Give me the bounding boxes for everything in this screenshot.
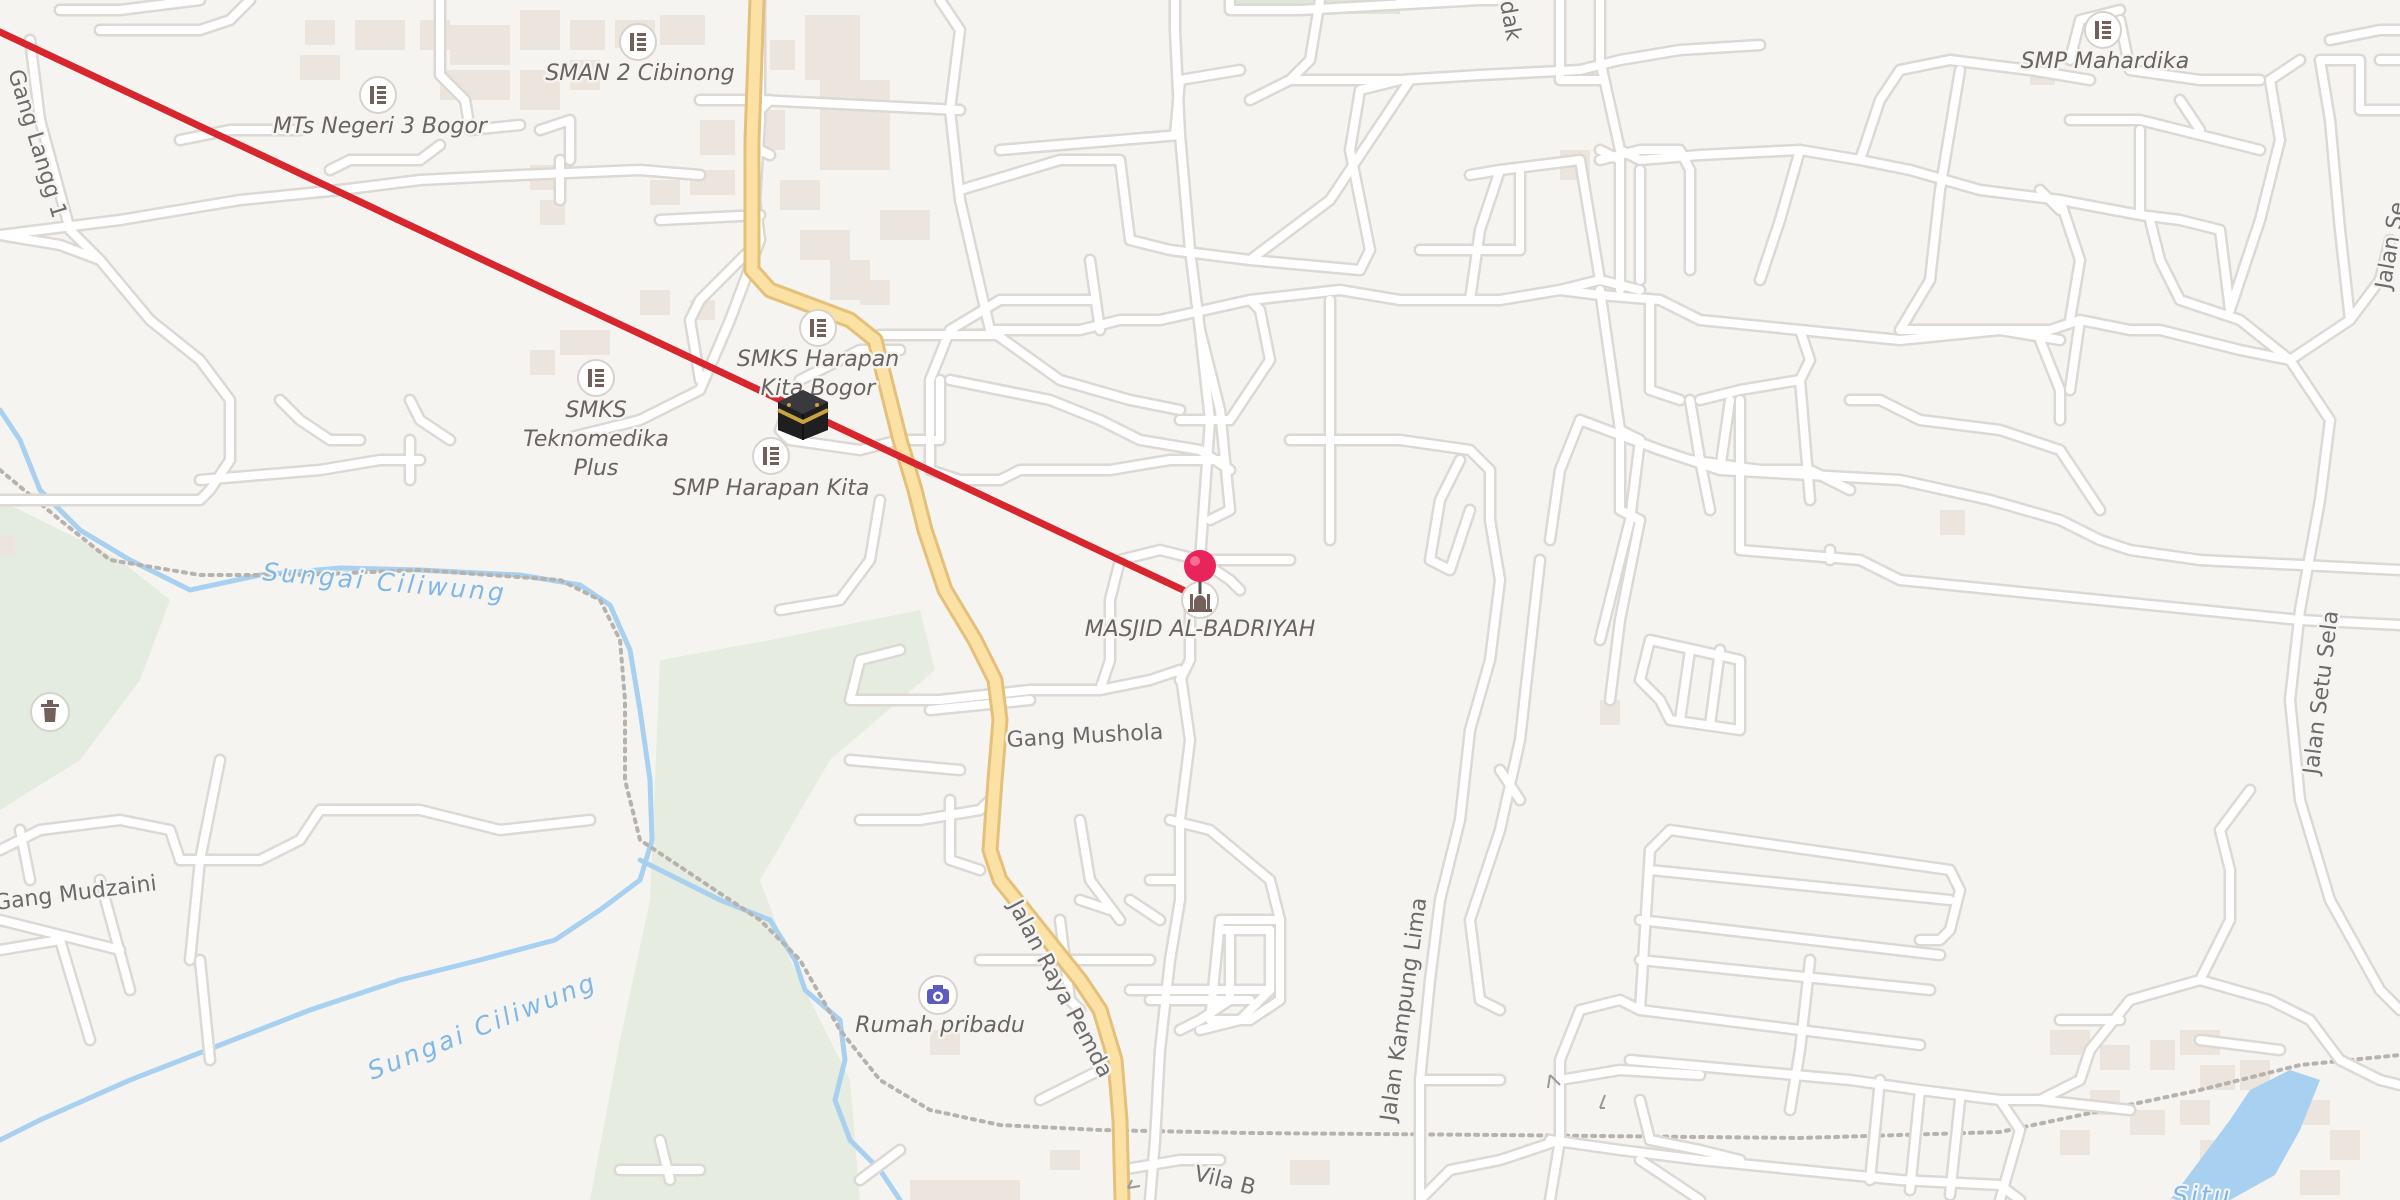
poi-label-rumah: Rumah pribadu <box>855 1013 1025 1038</box>
street-label-jalan-se: Jalan Se <box>2371 200 2400 293</box>
water-label-sungai-ciliwung-1: Sungai Ciliwung <box>261 557 508 607</box>
poi-label-smp-harapan: SMP Harapan Kita <box>673 476 870 501</box>
map-canvas[interactable]: Gang Langg 1 Gang Mushola Gang Mudzaini … <box>0 0 2400 1200</box>
school-icon[interactable] <box>577 359 615 397</box>
poi-label-smks-harapan-line2: Kita Bogor <box>761 376 878 401</box>
street-label-vila-b: Vila B <box>1192 1162 1259 1200</box>
qibla-direction-line <box>0 28 1204 602</box>
poi-label-smp-mahardika: SMP Mahardika <box>2021 49 2189 74</box>
school-icon[interactable] <box>799 309 837 347</box>
school-icon[interactable] <box>2084 11 2122 49</box>
poi-label-masjid: MASJID AL-BADRIYAH <box>1085 617 1316 642</box>
poi-label-smks-tekno-line1: SMKS <box>565 398 626 423</box>
street-label-dak: dak <box>1494 0 1526 43</box>
park-area-west <box>0 500 170 810</box>
poi-label-smks-tekno-line3: Plus <box>574 456 619 481</box>
school-icon[interactable] <box>619 23 657 61</box>
street-label-jalan-setu-sela: Jalan Setu Sela <box>2299 609 2344 777</box>
poi-label-smks-harapan-line1: SMKS Harapan <box>737 347 899 372</box>
monument-icon[interactable] <box>30 692 70 732</box>
school-icon[interactable] <box>752 437 790 475</box>
street-label-situ: Situ <box>2172 1181 2232 1200</box>
poi-label-sman2: SMAN 2 Cibinong <box>545 61 734 86</box>
poi-label-smks-tekno-line2: Teknomedika <box>523 427 669 452</box>
camera-icon[interactable] <box>918 975 958 1015</box>
street-label-gang-mushola: Gang Mushola <box>1006 720 1164 753</box>
poi-label-mts3: MTs Negeri 3 Bogor <box>273 114 489 139</box>
water-label-sungai-ciliwung-2: Sungai Ciliwung <box>363 967 601 1086</box>
map-layer: Gang Langg 1 Gang Mushola Gang Mudzaini … <box>0 0 2400 1200</box>
school-icon[interactable] <box>359 76 397 114</box>
oneway-arrow <box>1599 1094 1606 1109</box>
